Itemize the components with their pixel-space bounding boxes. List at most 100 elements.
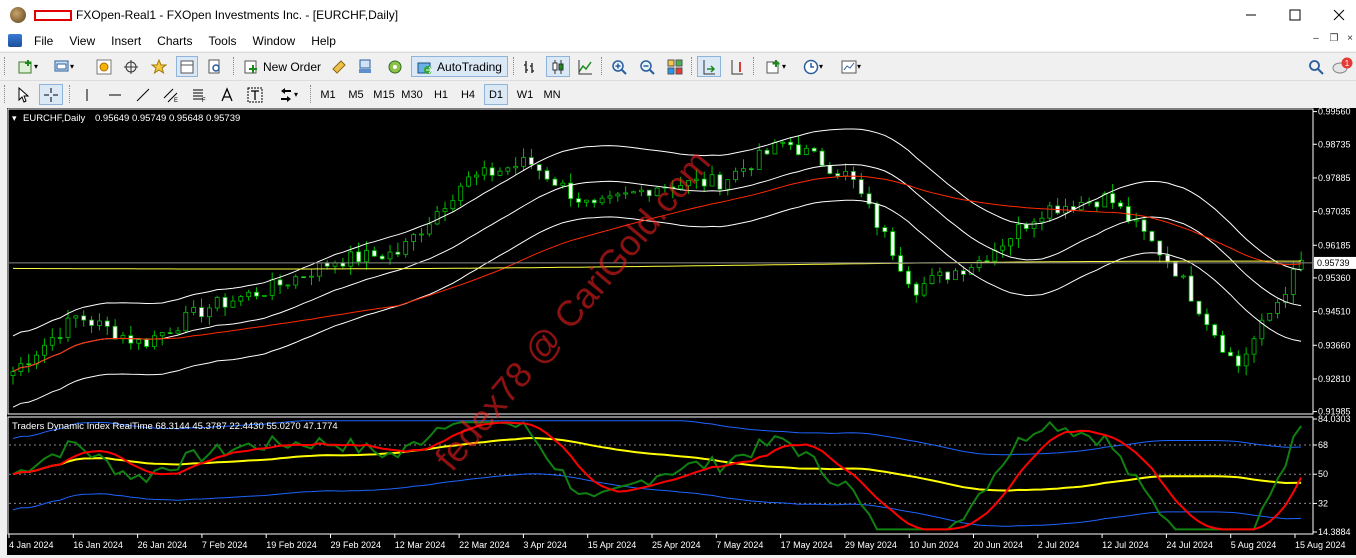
- timeframe-h4[interactable]: H4: [456, 84, 480, 105]
- chart-window[interactable]: 0.99560 0.98735 0.97885 0.97035 0.96185 0.953…: [7, 107, 1356, 555]
- bear-candle: [1141, 219, 1147, 232]
- toolbar-separator: [233, 57, 236, 75]
- bull-candle: [450, 200, 456, 210]
- mdi-close-button[interactable]: ×: [1342, 33, 1356, 44]
- menu-help[interactable]: Help: [303, 34, 344, 48]
- bull-candle: [583, 199, 589, 203]
- chart-window-icon: [8, 34, 22, 47]
- bear-candle: [874, 203, 880, 228]
- periods-button[interactable]: ▾: [797, 56, 829, 77]
- strategy-tester-button[interactable]: [205, 56, 225, 77]
- trendline-tool[interactable]: [132, 84, 154, 105]
- indicators-button[interactable]: ▾: [760, 56, 792, 77]
- mdi-restore-button[interactable]: ❐: [1326, 33, 1342, 44]
- menu-insert[interactable]: Insert: [103, 34, 149, 48]
- timeframe-d1-label: D1: [488, 88, 504, 101]
- arrows-tool[interactable]: ▾: [272, 84, 304, 105]
- bar-chart-button[interactable]: [519, 56, 541, 77]
- bear-candle: [57, 337, 63, 339]
- bull-candle: [1243, 353, 1249, 367]
- timeframe-d1[interactable]: D1: [484, 84, 508, 105]
- overlays-layer: [12, 128, 1302, 408]
- close-button[interactable]: [1316, 0, 1356, 30]
- search-button[interactable]: [1306, 56, 1326, 77]
- market-watch-button[interactable]: [94, 56, 114, 77]
- bull-candle: [976, 260, 982, 268]
- bull-candle: [725, 179, 731, 190]
- bear-candle: [1118, 202, 1123, 207]
- date-tick-label: 12 Mar 2024: [395, 540, 446, 550]
- date-tick-label: 5 Aug 2024: [1231, 540, 1277, 550]
- notifications-button[interactable]: 1: [1332, 56, 1354, 77]
- maximize-button[interactable]: [1272, 0, 1318, 30]
- zoom-out-button[interactable]: [636, 56, 658, 77]
- timeframe-m30[interactable]: M30: [399, 84, 425, 105]
- bull-candle: [505, 167, 511, 172]
- new-chart-button[interactable]: ▾: [12, 56, 44, 77]
- autoscroll-button[interactable]: [697, 56, 721, 77]
- price-tick-label: 0.93660: [1318, 340, 1351, 350]
- bull-candle: [466, 176, 471, 187]
- toolbar-separator: [513, 57, 516, 75]
- close-icon: [1333, 9, 1345, 21]
- menu-charts[interactable]: Charts: [149, 34, 200, 48]
- bear-candle: [819, 150, 825, 166]
- bull-candle: [411, 234, 416, 242]
- bear-candle: [788, 141, 793, 146]
- bear-candle: [277, 279, 283, 286]
- candlestick-button[interactable]: [546, 56, 570, 77]
- vertical-line-tool[interactable]: [76, 84, 98, 105]
- menu-tools[interactable]: Tools: [201, 34, 245, 48]
- bull-candle: [474, 174, 479, 178]
- data-window-button[interactable]: [121, 56, 141, 77]
- bull-candle: [1298, 259, 1304, 270]
- bull-candle: [497, 170, 503, 176]
- bear-candle: [945, 271, 951, 281]
- bull-candle: [560, 182, 566, 186]
- date-tick-label: 24 Jul 2024: [1166, 540, 1213, 550]
- timeframe-m1[interactable]: M1: [316, 84, 340, 105]
- price-chart[interactable]: 0.99560 0.98735 0.97885 0.97035 0.96185 0.953…: [7, 107, 1356, 555]
- menu-view[interactable]: View: [61, 34, 103, 48]
- timeframe-w1[interactable]: W1: [513, 84, 537, 105]
- toolbar-grip: [4, 57, 7, 75]
- terminal-button[interactable]: [176, 56, 198, 77]
- timeframe-m5[interactable]: M5: [344, 84, 368, 105]
- horizontal-line-tool[interactable]: [104, 84, 126, 105]
- templates-button[interactable]: ▾: [835, 56, 867, 77]
- timeframe-mn-label: MN: [543, 88, 561, 101]
- text-label-tool[interactable]: [244, 84, 266, 105]
- menu-file[interactable]: File: [26, 34, 61, 48]
- text-tool[interactable]: [216, 84, 238, 105]
- bear-candle: [89, 319, 94, 326]
- equidistant-channel-tool[interactable]: E: [160, 84, 182, 105]
- timeframe-m15[interactable]: M15: [371, 84, 397, 105]
- radio-button[interactable]: [384, 56, 406, 77]
- autotrading-button[interactable]: AutoTrading: [411, 56, 508, 77]
- tile-windows-button[interactable]: [664, 56, 686, 77]
- chart-shift-button[interactable]: [726, 56, 748, 77]
- bear-candle: [112, 325, 118, 340]
- zoom-in-button[interactable]: [608, 56, 630, 77]
- toolbar-grip: [4, 85, 7, 103]
- date-tick-label: 2 Jul 2024: [1038, 540, 1080, 550]
- new-order-button[interactable]: New Order: [240, 56, 324, 77]
- line-chart-button[interactable]: [574, 56, 596, 77]
- mdi-minimize-button[interactable]: –: [1308, 33, 1324, 44]
- timeframe-m1-label: M1: [320, 88, 336, 101]
- vertical-line-icon: [86, 88, 88, 101]
- metaeditor-button[interactable]: [328, 56, 350, 77]
- timeframe-mn[interactable]: MN: [540, 84, 564, 105]
- signals-button[interactable]: [354, 56, 376, 77]
- navigator-button[interactable]: [149, 56, 169, 77]
- timeframe-h1[interactable]: H1: [429, 84, 453, 105]
- fibonacci-tool[interactable]: F: [188, 84, 210, 105]
- minimize-button[interactable]: [1228, 0, 1274, 30]
- profiles-button[interactable]: ▾: [48, 56, 80, 77]
- bear-candle: [984, 260, 990, 263]
- bear-candle: [1235, 355, 1241, 367]
- menu-window[interactable]: Window: [245, 34, 304, 48]
- bull-candle: [246, 291, 252, 298]
- crosshair-tool[interactable]: [39, 84, 63, 105]
- cursor-tool[interactable]: [12, 84, 34, 105]
